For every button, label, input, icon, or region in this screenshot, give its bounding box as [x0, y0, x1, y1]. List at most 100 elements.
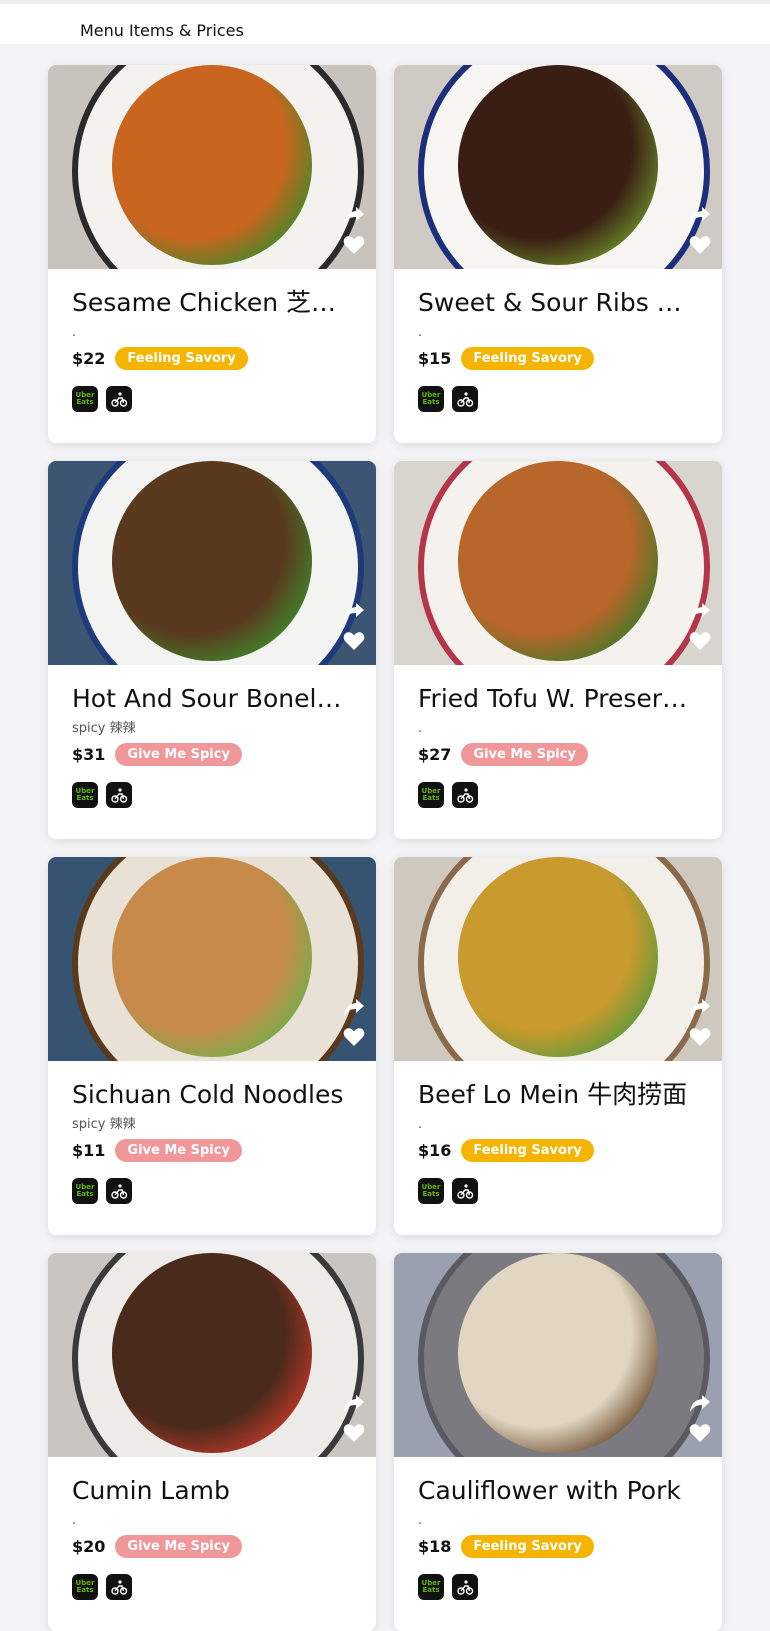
- uber-eats-icon: Uber Eats: [75, 1579, 95, 1594]
- delivery-courier-button[interactable]: [452, 782, 478, 808]
- card-actions: [342, 599, 366, 653]
- dish-description: .: [72, 325, 77, 340]
- dish-price: $18: [418, 1536, 452, 1556]
- card-body: Sichuan Cold Noodles spicy 辣辣 $11 Give M…: [48, 1061, 376, 1204]
- heart-icon[interactable]: [342, 233, 366, 257]
- dish-name: Cauliflower with Pork: [418, 1476, 681, 1505]
- scooter-icon: [457, 1580, 474, 1595]
- dish-price: $16: [418, 1140, 452, 1160]
- card-actions: [688, 995, 712, 1049]
- uber-eats-button[interactable]: Uber Eats: [72, 386, 98, 412]
- share-icon[interactable]: [342, 995, 366, 1019]
- share-icon[interactable]: [342, 203, 366, 227]
- scooter-icon: [457, 1184, 474, 1199]
- food-shape: [458, 1253, 658, 1453]
- uber-eats-button[interactable]: Uber Eats: [72, 1178, 98, 1204]
- menu-item-card[interactable]: Hot And Sour Boneless Fish spicy 辣辣 $31 …: [48, 461, 376, 839]
- card-actions: [342, 203, 366, 257]
- scooter-icon: [457, 788, 474, 803]
- menu-item-card[interactable]: Cumin Lamb . $20 Give Me Spicy Uber Eats: [48, 1253, 376, 1631]
- share-icon[interactable]: [342, 599, 366, 623]
- uber-eats-button[interactable]: Uber Eats: [418, 1574, 444, 1600]
- menu-item-card[interactable]: Sesame Chicken 芝麻鸡 . $22 Feeling Savory …: [48, 65, 376, 443]
- heart-icon[interactable]: [342, 629, 366, 653]
- heart-icon[interactable]: [688, 1025, 712, 1049]
- uber-eats-icon: Uber Eats: [75, 787, 95, 802]
- menu-item-card[interactable]: Sichuan Cold Noodles spicy 辣辣 $11 Give M…: [48, 857, 376, 1235]
- delivery-links: Uber Eats: [418, 782, 698, 808]
- price-row: $15 Feeling Savory: [418, 346, 698, 370]
- delivery-courier-button[interactable]: [452, 1574, 478, 1600]
- dish-name: Fried Tofu W. Preserved Vegetables: [418, 684, 698, 713]
- dish-price: $27: [418, 744, 452, 764]
- price-row: $31 Give Me Spicy: [72, 742, 352, 766]
- menu-item-card[interactable]: Beef Lo Mein 牛肉捞面 . $16 Feeling Savory U…: [394, 857, 722, 1235]
- uber-eats-button[interactable]: Uber Eats: [418, 386, 444, 412]
- heart-icon[interactable]: [688, 233, 712, 257]
- menu-item-card[interactable]: Fried Tofu W. Preserved Vegetables . $27…: [394, 461, 722, 839]
- food-shape: [458, 65, 658, 265]
- uber-eats-button[interactable]: Uber Eats: [72, 1574, 98, 1600]
- dish-photo: [48, 857, 376, 1061]
- food-shape: [112, 1253, 312, 1453]
- delivery-links: Uber Eats: [72, 1574, 352, 1600]
- dish-name: Sweet & Sour Ribs 糖醋排骨: [418, 288, 698, 317]
- heart-icon[interactable]: [342, 1025, 366, 1049]
- dish-name: Beef Lo Mein 牛肉捞面: [418, 1080, 688, 1109]
- dish-description: .: [418, 721, 423, 736]
- card-body: Fried Tofu W. Preserved Vegetables . $27…: [394, 665, 722, 808]
- flavor-tag: Feeling Savory: [461, 346, 594, 370]
- dish-photo: [48, 1253, 376, 1457]
- card-body: Sweet & Sour Ribs 糖醋排骨 . $15 Feeling Sav…: [394, 269, 722, 412]
- share-icon[interactable]: [688, 995, 712, 1019]
- food-shape: [112, 65, 312, 265]
- uber-eats-icon: Uber Eats: [421, 391, 441, 406]
- card-body: Hot And Sour Boneless Fish spicy 辣辣 $31 …: [48, 665, 376, 808]
- page-title: Menu Items & Prices: [80, 21, 244, 40]
- dish-description: .: [418, 1513, 423, 1528]
- flavor-tag: Feeling Savory: [461, 1138, 594, 1162]
- uber-eats-button[interactable]: Uber Eats: [418, 782, 444, 808]
- flavor-tag: Give Me Spicy: [461, 742, 588, 766]
- food-shape: [458, 857, 658, 1057]
- scooter-icon: [111, 392, 128, 407]
- delivery-courier-button[interactable]: [106, 782, 132, 808]
- scooter-icon: [457, 392, 474, 407]
- heart-icon[interactable]: [688, 629, 712, 653]
- delivery-courier-button[interactable]: [452, 386, 478, 412]
- delivery-links: Uber Eats: [72, 1178, 352, 1204]
- scooter-icon: [111, 1580, 128, 1595]
- delivery-links: Uber Eats: [418, 386, 698, 412]
- price-row: $16 Feeling Savory: [418, 1138, 698, 1162]
- delivery-links: Uber Eats: [72, 782, 352, 808]
- uber-eats-icon: Uber Eats: [75, 391, 95, 406]
- dish-description: .: [418, 325, 423, 340]
- uber-eats-icon: Uber Eats: [421, 787, 441, 802]
- heart-icon[interactable]: [688, 1421, 712, 1445]
- menu-item-card[interactable]: Sweet & Sour Ribs 糖醋排骨 . $15 Feeling Sav…: [394, 65, 722, 443]
- dish-price: $31: [72, 744, 106, 764]
- price-row: $11 Give Me Spicy: [72, 1138, 352, 1162]
- delivery-courier-button[interactable]: [106, 386, 132, 412]
- flavor-tag: Give Me Spicy: [115, 742, 242, 766]
- share-icon[interactable]: [342, 1391, 366, 1415]
- dish-description: .: [72, 1513, 77, 1528]
- delivery-courier-button[interactable]: [106, 1574, 132, 1600]
- dish-name: Sesame Chicken 芝麻鸡: [72, 288, 352, 317]
- card-body: Beef Lo Mein 牛肉捞面 . $16 Feeling Savory U…: [394, 1061, 722, 1204]
- share-icon[interactable]: [688, 203, 712, 227]
- share-icon[interactable]: [688, 1391, 712, 1415]
- uber-eats-button[interactable]: Uber Eats: [72, 782, 98, 808]
- delivery-courier-button[interactable]: [452, 1178, 478, 1204]
- dish-description: spicy 辣辣: [72, 1117, 136, 1132]
- dish-description: spicy 辣辣: [72, 721, 136, 736]
- heart-icon[interactable]: [342, 1421, 366, 1445]
- price-row: $20 Give Me Spicy: [72, 1534, 352, 1558]
- uber-eats-button[interactable]: Uber Eats: [418, 1178, 444, 1204]
- menu-item-card[interactable]: Cauliflower with Pork . $18 Feeling Savo…: [394, 1253, 722, 1631]
- delivery-courier-button[interactable]: [106, 1178, 132, 1204]
- dish-name: Sichuan Cold Noodles: [72, 1080, 344, 1109]
- share-icon[interactable]: [688, 599, 712, 623]
- dish-price: $20: [72, 1536, 106, 1556]
- menu-grid: Sesame Chicken 芝麻鸡 . $22 Feeling Savory …: [48, 65, 722, 1631]
